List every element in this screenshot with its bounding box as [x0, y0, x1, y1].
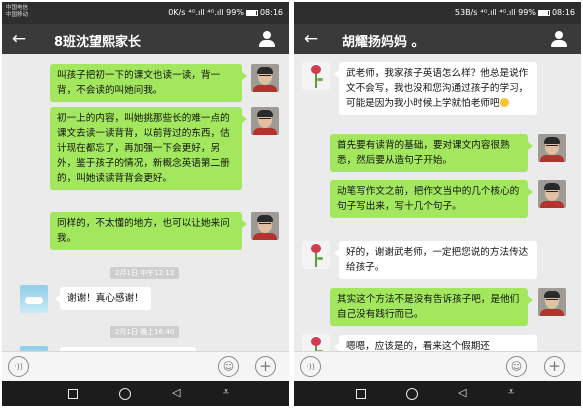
teacher-avatar[interactable] — [251, 107, 279, 135]
timestamp: 2月1日 晚上16:40 — [110, 326, 180, 338]
status-right: 53B/s ⁴ᴳ.ıll ⁴ᴳ.ıll 99% 08:16 — [455, 8, 575, 17]
parent-avatar[interactable] — [20, 285, 48, 313]
parent-avatar[interactable] — [302, 334, 330, 351]
message-bubble-sent[interactable]: 同样的，不太懂的地方，也可以让她来问我。 — [50, 212, 247, 250]
emoji-icon[interactable]: ☺ — [506, 356, 527, 377]
plus-icon[interactable]: + — [255, 356, 276, 377]
message-bubble-received[interactable]: 嗯嗯，应该是的，看来这个假期还 — [334, 335, 537, 351]
message-bubble-sent[interactable]: 动笔写作文之前，把作文当中的几个核心的句子写出来，写十几个句子。 — [330, 180, 533, 218]
back-arrow-icon[interactable]: ← — [300, 28, 322, 50]
message-bubble-sent[interactable]: 其实这个方法不是没有告诉孩子吧，是他们自己没有践行而已。 — [330, 288, 533, 326]
system-nav-bar: ◁ ⩡ — [2, 381, 289, 406]
chat-title: 8班沈望熙家长 — [54, 35, 142, 50]
back-arrow-icon[interactable]: ← — [8, 28, 30, 50]
recent-apps-icon[interactable] — [356, 389, 366, 399]
title-bar: ← 8班沈望熙家长 — [2, 24, 289, 54]
status-bar: 中国电信 中国移动 0K/s ⁴ᴳ.ıll ⁴ᴳ.ıll 99% 08:16 — [2, 2, 289, 24]
battery-icon — [245, 9, 258, 16]
signal-indicator: ⁴ᴳ.ıll ⁴ᴳ.ıll 99% — [188, 8, 244, 17]
carrier-label: 中国电信 中国移动 — [6, 5, 29, 18]
chat-window-left: 中国电信 中国移动 0K/s ⁴ᴳ.ıll ⁴ᴳ.ıll 99% 08:16 ←… — [2, 2, 289, 406]
emoji-icon[interactable]: ☺ — [218, 356, 239, 377]
notification-down-icon[interactable]: ⩡ — [508, 386, 514, 398]
timestamp: 2月1日 中午12:12 — [110, 267, 180, 279]
contact-profile-icon[interactable] — [551, 31, 567, 47]
clock: 08:16 — [551, 8, 575, 17]
message-bubble-sent[interactable]: 初一上的内容，叫她挑那些长的难一点的课文去读一读背背，以前背过的东西，估计现在都… — [50, 107, 247, 190]
plus-icon[interactable]: + — [544, 356, 565, 377]
chat-title: 胡耀扬妈妈 。 — [342, 35, 425, 50]
teacher-avatar[interactable] — [251, 64, 279, 92]
network-speed: 53B/s — [454, 8, 478, 17]
message-bubble-received[interactable]: 武老师，我家孩子英语怎么样？他总是说作文不会写，我也没和您沟通过孩子的学习，可能… — [334, 62, 537, 115]
contact-profile-icon[interactable] — [259, 31, 275, 47]
title-bar: ← 胡耀扬妈妈 。 — [294, 24, 581, 54]
chat-window-right: 53B/s ⁴ᴳ.ıll ⁴ᴳ.ıll 99% 08:16 ← 胡耀扬妈妈 。 … — [294, 2, 581, 406]
teacher-avatar[interactable] — [538, 180, 566, 208]
home-icon[interactable] — [406, 388, 418, 400]
message-bubble-sent[interactable]: 叫孩子把初一下的课文也读一读，背一背，不会读的叫她问我。 — [50, 64, 247, 102]
message-bubble-sent[interactable]: 首先要有读背的基础，要对课文内容很熟悉，然后要从造句子开始。 — [330, 134, 533, 172]
teacher-avatar[interactable] — [538, 288, 566, 316]
nav-back-icon[interactable]: ◁ — [172, 387, 180, 399]
message-list[interactable]: 叫孩子把初一下的课文也读一读，背一背，不会读的叫她问我。 初一上的内容，叫她挑那… — [2, 54, 289, 351]
status-right: 0K/s ⁴ᴳ.ıll ⁴ᴳ.ıll 99% 08:16 — [168, 8, 283, 17]
message-bubble-received[interactable]: 谢谢！真心感谢！ — [55, 287, 151, 310]
status-bar: 53B/s ⁴ᴳ.ıll ⁴ᴳ.ıll 99% 08:16 — [294, 2, 581, 24]
message-bubble-received[interactable]: 好的，谢谢武老师，一定把您说的方法传达给孩子。 — [334, 241, 537, 279]
network-speed: 0K/s — [168, 8, 186, 17]
home-icon[interactable] — [119, 388, 131, 400]
parent-avatar[interactable] — [302, 241, 330, 269]
signal-indicator: ⁴ᴳ.ıll ⁴ᴳ.ıll 99% — [480, 8, 536, 17]
notification-down-icon[interactable]: ⩡ — [223, 386, 229, 398]
system-nav-bar: ◁ ⩡ — [294, 381, 581, 406]
nav-back-icon[interactable]: ◁ — [458, 387, 466, 399]
teacher-avatar[interactable] — [538, 134, 566, 162]
input-bar: ·)) ☺ + — [2, 351, 289, 381]
recent-apps-icon[interactable] — [68, 389, 78, 399]
clock: 08:16 — [259, 8, 283, 17]
input-bar: ·)) ☺ + — [294, 351, 581, 381]
message-list[interactable]: 武老师，我家孩子英语怎么样？他总是说作文不会写，我也没和您沟通过孩子的学习，可能… — [294, 54, 581, 351]
voice-input-icon[interactable]: ·)) — [8, 356, 29, 377]
parent-avatar[interactable] — [302, 62, 330, 90]
voice-input-icon[interactable]: ·)) — [300, 356, 321, 377]
battery-icon — [537, 9, 550, 16]
teacher-avatar[interactable] — [251, 212, 279, 240]
smile-emoji-icon — [499, 98, 509, 107]
